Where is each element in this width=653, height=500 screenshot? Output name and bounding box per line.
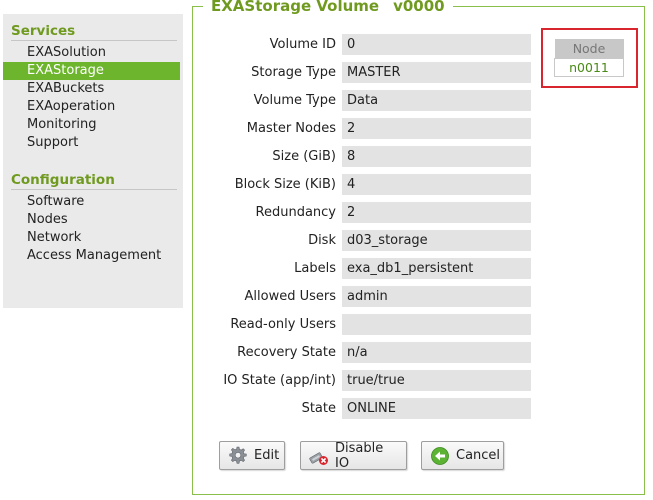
disable-io-icon	[309, 446, 329, 466]
field-value: 0	[342, 34, 531, 55]
field-label: IO State (app/int)	[223, 373, 336, 388]
field-value	[342, 314, 531, 335]
field-value: ONLINE	[342, 398, 531, 419]
field-label: Size (GiB)	[272, 149, 336, 164]
sidebar-item-exaoperation[interactable]: EXAoperation	[3, 98, 180, 116]
node-link[interactable]: n0011	[554, 58, 624, 77]
back-arrow-icon	[430, 446, 450, 466]
field-label: Labels	[294, 261, 336, 276]
node-table: Node n0011	[554, 39, 624, 77]
sidebar: Services EXASolution EXAStorage EXABucke…	[3, 14, 183, 308]
field-value: 2	[342, 118, 531, 139]
field-label: Block Size (KiB)	[234, 177, 336, 192]
volume-version: v0000	[393, 0, 445, 15]
services-nav: EXASolution EXAStorage EXABuckets EXAope…	[3, 44, 180, 152]
services-section-title: Services	[11, 23, 177, 41]
sidebar-item-exastorage[interactable]: EXAStorage	[3, 62, 180, 80]
field-value: true/true	[342, 370, 531, 391]
volume-title: EXAStorage Volume	[211, 0, 380, 15]
field-label: Volume Type	[253, 93, 336, 108]
field-label: Master Nodes	[246, 121, 336, 136]
disable-io-button-label: Disable IO	[335, 440, 384, 471]
edit-button-label: Edit	[254, 448, 280, 463]
node-table-header: Node	[554, 39, 624, 59]
volume-legend: EXAStorage Volume v0000	[203, 0, 453, 15]
field-value: admin	[342, 286, 531, 307]
field-label: Recovery State	[237, 345, 336, 360]
sidebar-item-access-management[interactable]: Access Management	[3, 247, 180, 265]
field-value: n/a	[342, 342, 531, 363]
field-label: State	[301, 401, 336, 416]
field-label: Allowed Users	[244, 289, 337, 304]
sidebar-item-support[interactable]: Support	[3, 134, 180, 152]
configuration-nav: Software Nodes Network Access Management	[11, 193, 179, 265]
field-value: d03_storage	[342, 230, 531, 251]
field-label: Volume ID	[269, 37, 336, 52]
field-value: exa_db1_persistent	[342, 258, 531, 279]
field-value: 8	[342, 146, 531, 167]
sidebar-item-software[interactable]: Software	[3, 193, 180, 211]
sidebar-item-network[interactable]: Network	[3, 229, 180, 247]
field-label: Disk	[308, 233, 336, 248]
field-value: MASTER	[342, 62, 531, 83]
disable-io-button[interactable]: Disable IO	[300, 440, 407, 471]
cancel-button-label: Cancel	[456, 448, 501, 463]
gear-icon	[228, 446, 248, 466]
edit-button[interactable]: Edit	[219, 441, 285, 470]
field-label: Storage Type	[251, 65, 336, 80]
field-value: Data	[342, 90, 531, 111]
sidebar-item-nodes[interactable]: Nodes	[3, 211, 180, 229]
sidebar-item-exabuckets[interactable]: EXABuckets	[3, 80, 180, 98]
field-value: 2	[342, 202, 531, 223]
sidebar-item-exasolution[interactable]: EXASolution	[3, 44, 180, 62]
configuration-section-title: Configuration	[11, 172, 177, 190]
field-label: Read-only Users	[230, 317, 336, 332]
cancel-button[interactable]: Cancel	[421, 441, 504, 470]
field-label: Redundancy	[255, 205, 336, 220]
field-value: 4	[342, 174, 531, 195]
sidebar-item-monitoring[interactable]: Monitoring	[3, 116, 180, 134]
